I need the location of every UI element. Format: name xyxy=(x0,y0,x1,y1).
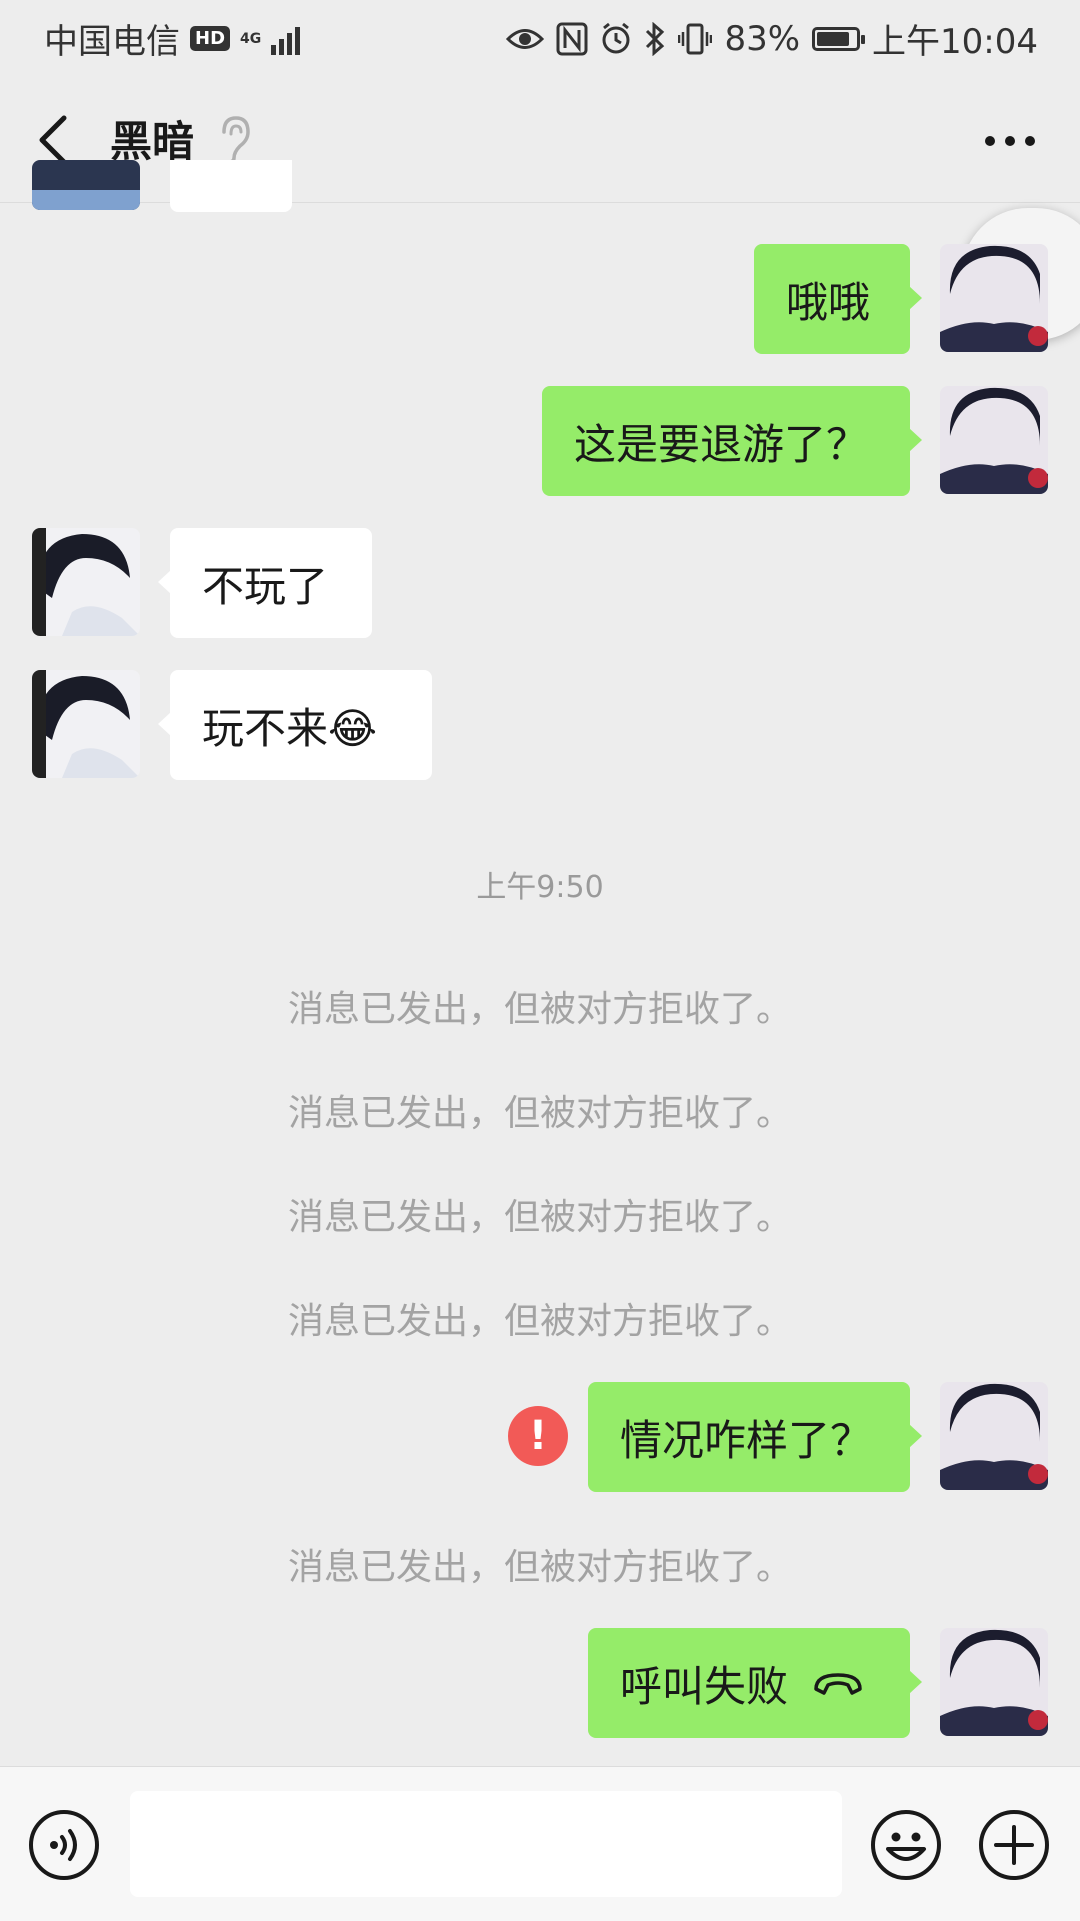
message-bubble[interactable]: 情况咋样了？ xyxy=(588,1382,922,1492)
message-text: 这是要退游了？ xyxy=(574,419,869,469)
carrier-label: 中国电信 xyxy=(44,22,180,62)
contact-avatar[interactable] xyxy=(32,670,140,778)
message-bubble[interactable]: 哦哦 xyxy=(754,244,922,354)
battery-icon xyxy=(812,26,866,51)
plus-icon[interactable] xyxy=(978,1809,1050,1881)
emoji-icon[interactable] xyxy=(870,1809,942,1881)
message-bubble-partial[interactable] xyxy=(170,160,292,212)
status-bar: 中国电信 HD 4G 83% 上午10:04 xyxy=(0,0,1080,76)
send-failed-icon[interactable]: ! xyxy=(508,1406,568,1466)
system-notice: 消息已发出，但被对方拒收了。 xyxy=(287,989,792,1030)
voice-icon[interactable] xyxy=(28,1809,100,1881)
system-notice: 消息已发出，但被对方拒收了。 xyxy=(287,1197,792,1238)
my-avatar[interactable] xyxy=(940,386,1048,494)
message-input[interactable] xyxy=(130,1791,842,1897)
my-avatar[interactable] xyxy=(940,244,1048,352)
system-notice: 消息已发出，但被对方拒收了。 xyxy=(287,1547,792,1588)
timestamp: 上午9:50 xyxy=(476,870,604,905)
hangup-icon xyxy=(814,1673,862,1695)
my-avatar[interactable] xyxy=(940,1382,1048,1490)
contact-avatar[interactable] xyxy=(32,528,140,636)
message-text: 玩不来😂 xyxy=(202,703,378,753)
clock: 上午10:04 xyxy=(872,22,1038,62)
bluetooth-icon xyxy=(646,21,665,56)
message-text: 情况咋样了？ xyxy=(620,1415,873,1465)
battery-percent: 83% xyxy=(724,18,801,59)
message-text: 哦哦 xyxy=(786,277,871,327)
message-bubble[interactable]: 玩不来😂 xyxy=(158,670,432,780)
hd-badge: HD xyxy=(190,26,231,51)
call-message-text: 呼叫失败 xyxy=(620,1661,789,1711)
my-avatar[interactable] xyxy=(940,1628,1048,1736)
system-notice: 消息已发出，但被对方拒收了。 xyxy=(287,1093,792,1134)
signal-icon xyxy=(271,23,301,55)
ear-icon xyxy=(222,116,250,164)
alarm-icon xyxy=(602,22,630,53)
more-icon[interactable] xyxy=(980,126,1040,156)
eye-icon xyxy=(506,28,545,49)
message-bubble[interactable]: 这是要退游了？ xyxy=(542,386,922,496)
network-label: 4G xyxy=(240,30,262,47)
nfc-icon xyxy=(556,22,588,55)
system-notice: 消息已发出，但被对方拒收了。 xyxy=(287,1301,792,1342)
message-text: 不玩了 xyxy=(202,561,329,611)
error-mark: ! xyxy=(528,1413,548,1459)
contact-avatar-partial[interactable] xyxy=(32,160,140,210)
message-bubble[interactable]: 不玩了 xyxy=(158,528,372,638)
call-message-bubble[interactable]: 呼叫失败 xyxy=(588,1628,922,1738)
title-bar: 黑暗 xyxy=(0,76,1080,203)
input-bar xyxy=(0,1766,1080,1921)
vibrate-icon xyxy=(678,23,713,54)
